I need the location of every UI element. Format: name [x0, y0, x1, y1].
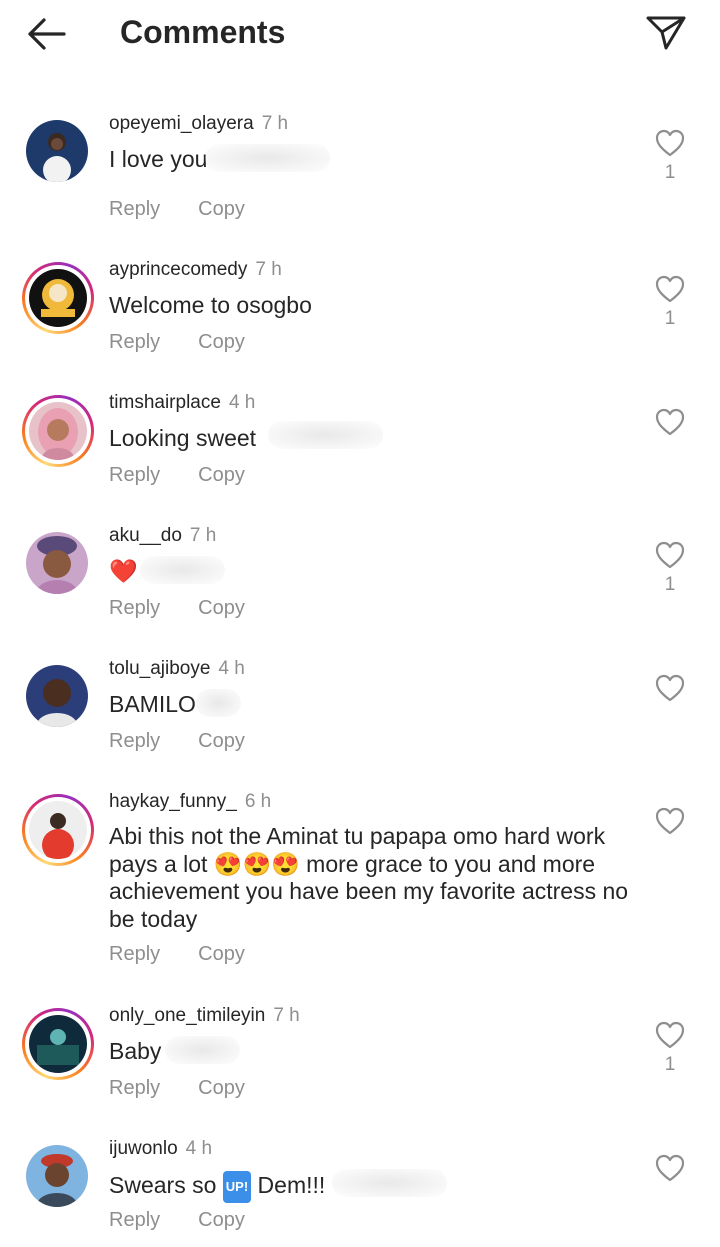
- avatar[interactable]: [22, 395, 94, 467]
- comment-item: opeyemi_olayera 7 h I love you Reply Copy …: [0, 110, 720, 240]
- comment-text: Welcome to osogbo: [109, 292, 312, 318]
- comment-username[interactable]: tolu_ajiboye: [109, 658, 210, 679]
- redaction-blur: [140, 556, 225, 584]
- redaction-blur: [205, 144, 330, 172]
- comment-text: BAMILO: [109, 691, 196, 717]
- comment-time: 4 h: [185, 1138, 213, 1159]
- avatar[interactable]: [22, 794, 94, 866]
- comment-text-part: Dem!!!: [257, 1172, 326, 1198]
- comment-item: ijuwonlo 4 h Swears so UP! Dem!!! Reply Co…: [0, 1135, 720, 1247]
- comment-time: 4 h: [218, 658, 245, 679]
- send-icon: [646, 16, 686, 50]
- comment-text: Abi this not the Aminat tu papapa omo ha…: [109, 823, 629, 933]
- like-button[interactable]: [654, 407, 686, 437]
- avatar[interactable]: [22, 528, 94, 600]
- comment-item: ayprincecomedy 7 h Welcome to osogbo Repl…: [0, 256, 720, 376]
- copy-button[interactable]: Copy: [198, 597, 245, 619]
- comment-username[interactable]: haykay_funny_: [109, 791, 237, 812]
- like-button[interactable]: [654, 274, 686, 304]
- copy-button[interactable]: Copy: [198, 730, 245, 752]
- reply-button[interactable]: Reply: [109, 1077, 160, 1099]
- avatar[interactable]: [22, 1008, 94, 1080]
- like-count: 1: [664, 574, 676, 595]
- back-button[interactable]: [24, 14, 68, 54]
- header-bar: Comments: [0, 0, 720, 70]
- like-count: 1: [664, 162, 676, 183]
- comment-item: only_one_timileyin 7 h Baby Reply Copy 1: [0, 1002, 720, 1122]
- comment-text-part: Swears so: [109, 1172, 217, 1198]
- like-button[interactable]: [654, 540, 686, 570]
- avatar[interactable]: [22, 262, 94, 334]
- reply-button[interactable]: Reply: [109, 331, 160, 353]
- comment-item: aku__do 7 h ❤️ Reply Copy 1: [0, 522, 720, 642]
- heart-icon: [655, 674, 685, 702]
- reply-button[interactable]: Reply: [109, 1209, 160, 1231]
- comment-username[interactable]: ayprincecomedy: [109, 259, 247, 280]
- avatar[interactable]: [22, 661, 94, 733]
- page-title: Comments: [120, 14, 286, 50]
- comment-time: 7 h: [189, 525, 217, 546]
- copy-button[interactable]: Copy: [198, 331, 245, 353]
- heart-icon: [655, 129, 685, 157]
- comment-username[interactable]: only_one_timileyin: [109, 1005, 265, 1026]
- like-button[interactable]: [654, 673, 686, 703]
- reply-button[interactable]: Reply: [109, 943, 160, 965]
- comment-time: 6 h: [244, 791, 272, 812]
- comment-username[interactable]: ijuwonlo: [109, 1138, 178, 1159]
- redaction-blur: [332, 1169, 447, 1197]
- arrow-left-icon: [28, 18, 66, 50]
- heart-icon: [655, 541, 685, 569]
- comment-item: timshairplace 4 h Looking sweet Reply Copy: [0, 389, 720, 509]
- comment-item: tolu_ajiboye 4 h BAMILO Reply Copy: [0, 655, 720, 775]
- copy-button[interactable]: Copy: [198, 1209, 245, 1231]
- like-count: 1: [664, 308, 676, 329]
- copy-button[interactable]: Copy: [198, 943, 245, 965]
- comment-time: 7 h: [261, 113, 289, 134]
- comment-username[interactable]: opeyemi_olayera: [109, 113, 254, 134]
- emoji-heart-eyes: 😍😍😍: [213, 850, 300, 877]
- like-button[interactable]: [654, 128, 686, 158]
- redaction-blur: [165, 1036, 240, 1064]
- copy-button[interactable]: Copy: [198, 464, 245, 486]
- comment-username[interactable]: aku__do: [109, 525, 182, 546]
- heart-icon: [655, 1021, 685, 1049]
- comment-username[interactable]: timshairplace: [109, 392, 221, 413]
- comment-time: 7 h: [255, 259, 282, 280]
- comment-item: haykay_funny_ 6 h Abi this not the Aminat…: [0, 788, 720, 983]
- redaction-blur: [196, 689, 241, 717]
- like-button[interactable]: [654, 806, 686, 836]
- copy-button[interactable]: Copy: [198, 198, 245, 220]
- heart-icon: [655, 408, 685, 436]
- like-button[interactable]: [654, 1153, 686, 1183]
- like-button[interactable]: [654, 1020, 686, 1050]
- reply-button[interactable]: Reply: [109, 464, 160, 486]
- heart-icon: [655, 1154, 685, 1182]
- reply-button[interactable]: Reply: [109, 730, 160, 752]
- copy-button[interactable]: Copy: [198, 1077, 245, 1099]
- like-count: 1: [664, 1054, 676, 1075]
- share-button[interactable]: [644, 12, 688, 52]
- comment-text: I love you: [109, 146, 208, 172]
- comment-time: 7 h: [273, 1005, 300, 1026]
- avatar[interactable]: [22, 1141, 94, 1213]
- up-emoji-badge: UP!: [222, 1171, 252, 1203]
- reply-button[interactable]: Reply: [109, 597, 160, 619]
- avatar[interactable]: [22, 116, 94, 188]
- heart-icon: [655, 807, 685, 835]
- heart-icon: [655, 275, 685, 303]
- reply-button[interactable]: Reply: [109, 198, 160, 220]
- redaction-blur: [268, 421, 383, 449]
- comment-time: 4 h: [228, 392, 256, 413]
